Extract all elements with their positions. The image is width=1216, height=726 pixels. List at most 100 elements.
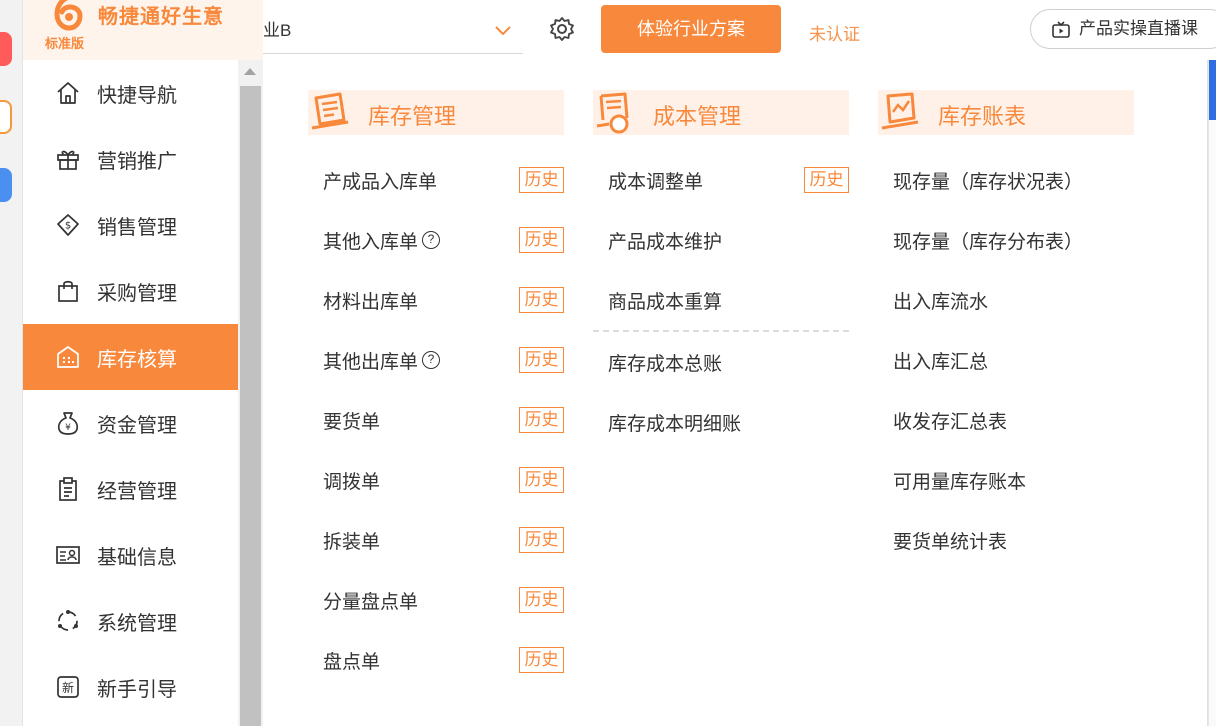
live-course-button[interactable]: 产品实操直播课	[1030, 9, 1216, 49]
scroll-up-arrow-icon[interactable]	[244, 68, 256, 75]
column-inventory-reports: 库存账表 现存量（库存状况表） 现存量（库存分布表） 出入库流水 出入库汇总 收…	[878, 90, 1134, 570]
history-button[interactable]: 历史	[804, 167, 849, 193]
sidebar-item-label: 采购管理	[97, 282, 177, 305]
menu-item-other-inbound[interactable]: 其他入库单 ? 历史	[308, 210, 564, 270]
svg-text:¥: ¥	[65, 423, 71, 433]
menu-item-label: 商品成本重算	[608, 291, 723, 313]
system-icon	[58, 610, 78, 631]
sales-tag-icon: $	[57, 214, 79, 236]
column-header: 库存账表	[878, 90, 1134, 135]
history-button[interactable]: 历史	[519, 467, 564, 493]
warehouse-icon	[57, 346, 79, 368]
sidebar-item-funds[interactable]: ¥ 资金管理	[23, 390, 238, 456]
menu-item-available-stock-ledger[interactable]: 可用量库存账本	[878, 450, 1134, 510]
menu-item-inout-flow[interactable]: 出入库流水	[878, 270, 1134, 330]
menu-item-label: 出入库汇总	[893, 351, 989, 373]
gear-icon[interactable]	[549, 16, 575, 42]
menu-item-inventory-cost-ledger[interactable]: 库存成本总账	[593, 332, 849, 392]
sidebar-item-basic-info[interactable]: 基础信息	[23, 522, 238, 588]
report-chart-icon	[881, 92, 919, 130]
menu-item-cost-adjustment[interactable]: 成本调整单 历史	[593, 150, 849, 210]
menu-item-inventory-cost-detail[interactable]: 库存成本明细账	[593, 392, 849, 452]
cost-search-icon	[596, 92, 629, 134]
menu-item-label: 出入库流水	[893, 291, 989, 313]
sidebar-item-inventory[interactable]: 库存核算	[23, 324, 238, 390]
menu-item-label: 材料出库单	[323, 291, 419, 313]
menu-item-inout-summary[interactable]: 出入库汇总	[878, 330, 1134, 390]
sidebar-item-quick-nav[interactable]: 快捷导航	[23, 60, 238, 126]
clipboard-icon	[59, 477, 77, 501]
menu-item-stock-status[interactable]: 现存量（库存状况表）	[878, 150, 1134, 210]
history-button[interactable]: 历史	[519, 287, 564, 313]
sidebar-item-operations[interactable]: 经营管理	[23, 456, 238, 522]
sidebar-item-purchase[interactable]: 采购管理	[23, 258, 238, 324]
menu-item-stocktake[interactable]: 盘点单 历史	[308, 630, 564, 690]
menu-item-transfer[interactable]: 调拨单 历史	[308, 450, 564, 510]
menu-item-product-cost-maintenance[interactable]: 产品成本维护	[593, 210, 849, 270]
column-inventory-management: 库存管理 产成品入库单 历史 其他入库单 ? 历史 材料出库单 历史 其他出库单…	[308, 90, 564, 690]
menu-item-label: 库存成本总账	[608, 353, 723, 375]
sidebar-item-marketing[interactable]: 营销推广	[23, 126, 238, 192]
menu-item-label: 可用量库存账本	[893, 471, 1027, 493]
sidebar-item-system[interactable]: 系统管理	[23, 588, 238, 654]
menu-item-label: 收发存汇总表	[893, 411, 1008, 433]
company-select[interactable]: 业B	[263, 8, 523, 54]
history-button[interactable]: 历史	[519, 587, 564, 613]
menu-item-label: 要货单	[323, 411, 381, 433]
menu-item-partial-stocktake[interactable]: 分量盘点单 历史	[308, 570, 564, 630]
menu-item-requisition-stats[interactable]: 要货单统计表	[878, 510, 1134, 570]
sidebar-item-label: 新手引导	[97, 678, 177, 701]
history-button[interactable]: 历史	[519, 647, 564, 673]
menu-item-label: 拆装单	[323, 531, 381, 553]
app-shortcut-icon[interactable]	[0, 100, 12, 134]
id-card-icon	[56, 546, 80, 564]
menu-item-stock-distribution[interactable]: 现存量（库存分布表）	[878, 210, 1134, 270]
brand-edition: 标准版	[45, 36, 85, 51]
home-icon	[57, 82, 79, 104]
brand-logo[interactable]: 畅捷通好生意 标准版	[23, 0, 263, 60]
history-button[interactable]: 历史	[519, 227, 564, 253]
column-header: 库存管理	[308, 90, 564, 135]
menu-item-receive-issue-summary[interactable]: 收发存汇总表	[878, 390, 1134, 450]
help-icon[interactable]: ?	[422, 231, 441, 249]
menu-item-label: 其他出库单	[323, 351, 419, 373]
menu-item-material-outbound[interactable]: 材料出库单 历史	[308, 270, 564, 330]
menu-item-goods-cost-recalc[interactable]: 商品成本重算	[593, 270, 849, 330]
column-header: 成本管理	[593, 90, 849, 135]
menu-item-label: 现存量（库存分布表）	[893, 231, 1084, 253]
column-title: 库存账表	[938, 104, 1027, 129]
menu-item-label: 其他入库单	[323, 231, 419, 253]
background-tab	[1209, 60, 1216, 120]
new-guide-icon: 新	[57, 676, 79, 698]
unverified-link[interactable]: 未认证	[809, 20, 860, 45]
help-icon[interactable]: ?	[422, 351, 441, 369]
industry-solution-button[interactable]: 体验行业方案	[601, 5, 781, 53]
menu-item-other-outbound[interactable]: 其他出库单 ? 历史	[308, 330, 564, 390]
app-shortcut-icon[interactable]	[0, 168, 12, 202]
app-shortcut-icon[interactable]	[0, 32, 12, 66]
menu-item-requisition[interactable]: 要货单 历史	[308, 390, 564, 450]
money-bag-icon: ¥	[57, 412, 79, 435]
sidebar-item-new-guide[interactable]: 新 新手引导	[23, 654, 238, 720]
sidebar-item-label: 销售管理	[97, 216, 177, 239]
chevron-down-icon	[495, 26, 511, 36]
sidebar-item-label: 系统管理	[97, 612, 177, 635]
history-button[interactable]: 历史	[519, 347, 564, 373]
logo-icon	[54, 0, 83, 31]
menu-item-label: 现存量（库存状况表）	[893, 171, 1084, 193]
history-button[interactable]: 历史	[519, 167, 564, 193]
history-button[interactable]: 历史	[519, 407, 564, 433]
menu-item-assembly[interactable]: 拆装单 历史	[308, 510, 564, 570]
menu-item-label: 调拨单	[323, 471, 381, 493]
sidebar-item-sales[interactable]: $ 销售管理	[23, 192, 238, 258]
svg-text:$: $	[65, 221, 71, 232]
scrollbar-thumb[interactable]	[240, 86, 261, 726]
menu-item-finished-goods-inbound[interactable]: 产成品入库单 历史	[308, 150, 564, 210]
svg-text:新: 新	[62, 680, 74, 695]
menu-list: 产成品入库单 历史 其他入库单 ? 历史 材料出库单 历史 其他出库单 ? 历史…	[308, 150, 564, 690]
gift-icon	[57, 150, 79, 170]
history-button[interactable]: 历史	[519, 527, 564, 553]
sidebar-scrollbar[interactable]	[238, 60, 263, 726]
sidebar-item-label: 营销推广	[97, 150, 177, 173]
shopping-bag-icon	[58, 280, 78, 302]
